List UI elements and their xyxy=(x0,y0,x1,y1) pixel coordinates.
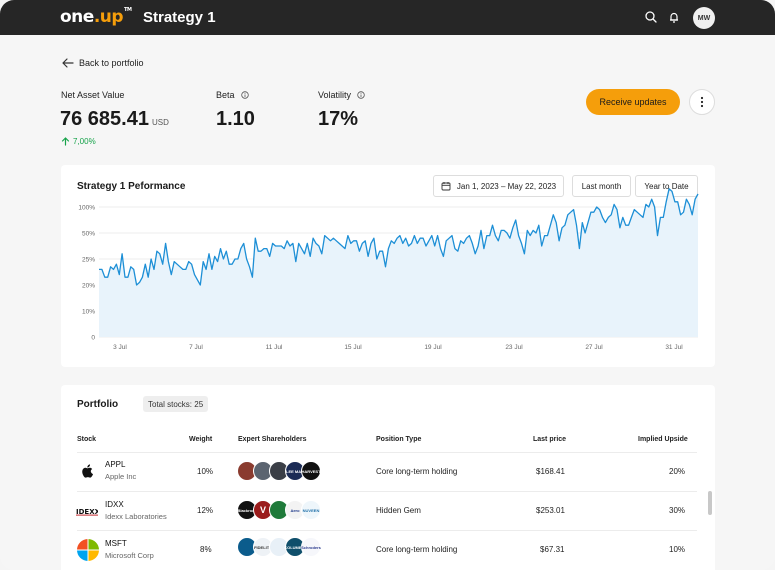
beta-label: Beta xyxy=(216,90,249,100)
stock-cell: APPL Apple Inc xyxy=(105,460,136,481)
column-header-implied-upside[interactable]: Implied Upside xyxy=(638,436,688,443)
shareholder-logo[interactable]: HARVEST xyxy=(301,461,321,481)
x-tick-label: 23 Jul xyxy=(505,344,523,351)
implied-upside-cell: 20% xyxy=(669,467,686,476)
position-type-cell: Hidden Gem xyxy=(376,506,421,515)
top-bar: one.upTM Strategy 1 MW xyxy=(0,0,775,35)
brand-logo[interactable]: one.upTM xyxy=(60,7,132,27)
y-tick-label: 10% xyxy=(82,309,95,316)
column-header-shareholders[interactable]: Expert Shareholders xyxy=(238,436,306,443)
stock-ticker: IDXX xyxy=(105,500,124,509)
volatility-value: 17% xyxy=(318,108,359,130)
column-header-last-price[interactable]: Last price xyxy=(533,436,566,443)
last-price-cell: $67.31 xyxy=(540,545,565,554)
performance-chart: 100% 50% 25% 20% 10% 0 3 Jul 7 Jul 11 Jul 15 Jul 1… xyxy=(78,188,699,351)
arrow-left-icon xyxy=(62,58,74,68)
expert-shareholders[interactable]: Blackrock V Aero NUVEEN xyxy=(237,500,321,520)
app-window: one.upTM Strategy 1 MW Back to portfolio… xyxy=(0,0,775,570)
company-name: Apple Inc xyxy=(105,472,137,481)
shareholder-logo[interactable]: Schroders xyxy=(301,537,321,557)
microsoft-logo xyxy=(77,539,99,561)
stock-cell: IDXX Idexx Laboratories xyxy=(105,500,167,521)
stock-cell: MSFT Microsoft Corp xyxy=(105,539,154,560)
last-price-cell: $168.41 xyxy=(536,467,565,476)
scrollbar-thumb[interactable] xyxy=(708,491,712,515)
bell-icon[interactable] xyxy=(667,10,681,24)
expert-shareholders[interactable]: LEE MAN HARVEST xyxy=(237,461,321,481)
vertical-dots-icon xyxy=(700,96,704,108)
stock-ticker: APPL xyxy=(105,460,126,469)
column-header-weight[interactable]: Weight xyxy=(189,436,212,443)
back-to-portfolio-link[interactable]: Back to portfolio xyxy=(62,58,144,68)
nav-unit: USD xyxy=(151,118,169,127)
weight-cell: 12% xyxy=(197,506,214,515)
x-tick-label: 19 Jul xyxy=(424,344,442,351)
info-icon[interactable] xyxy=(357,91,365,99)
x-tick-label: 3 Jul xyxy=(113,344,127,351)
search-icon[interactable] xyxy=(644,10,658,24)
beta-value: 1.10 xyxy=(216,108,255,130)
back-label: Back to portfolio xyxy=(79,58,144,68)
row-divider xyxy=(77,491,697,492)
x-tick-label: 7 Jul xyxy=(189,344,203,351)
more-options-button[interactable] xyxy=(689,89,715,115)
column-header-position-type[interactable]: Position Type xyxy=(376,436,421,443)
arrow-up-icon xyxy=(61,137,70,146)
y-tick-label: 50% xyxy=(82,231,95,238)
company-name: Microsoft Corp xyxy=(105,551,154,560)
user-avatar[interactable]: MW xyxy=(693,7,715,29)
apple-logo xyxy=(77,460,99,482)
position-type-cell: Core long-term holding xyxy=(376,467,458,476)
page-title: Strategy 1 xyxy=(143,9,216,26)
expert-shareholders[interactable]: FIDELITY COLUMBIA Schroders xyxy=(237,537,321,557)
volatility-label: Volatility xyxy=(318,90,365,100)
header-divider xyxy=(77,452,697,453)
row-divider xyxy=(77,530,697,531)
weight-cell: 10% xyxy=(197,467,214,476)
x-tick-label: 31 Jul xyxy=(665,344,683,351)
nav-value: 76 685.41 USD xyxy=(60,108,169,130)
nav-label: Net Asset Value xyxy=(61,90,125,100)
total-stocks-badge: Total stocks: 25 xyxy=(143,396,209,412)
position-type-cell: Core long-term holding xyxy=(376,545,458,554)
implied-upside-cell: 10% xyxy=(669,545,686,554)
shareholder-logo[interactable]: NUVEEN xyxy=(301,500,321,520)
company-name: Idexx Laboratories xyxy=(105,512,167,521)
y-tick-label: 20% xyxy=(82,283,95,290)
weight-cell: 8% xyxy=(200,545,212,554)
implied-upside-cell: 30% xyxy=(669,506,686,515)
stock-ticker: MSFT xyxy=(105,539,127,548)
nav-change: 7,00% xyxy=(61,137,96,146)
receive-updates-button[interactable]: Receive updates xyxy=(586,89,680,115)
portfolio-title: Portfolio xyxy=(77,399,119,410)
y-tick-label: 100% xyxy=(78,205,95,212)
idexx-logo: IDEXX xyxy=(76,500,98,522)
y-tick-label: 0 xyxy=(91,335,95,342)
performance-card: Strategy 1 Peformance Jan 1, 2023 – May … xyxy=(61,165,715,367)
portfolio-card: Portfolio Total stocks: 25 Stock Weight … xyxy=(61,385,715,570)
x-tick-label: 27 Jul xyxy=(585,344,603,351)
info-icon[interactable] xyxy=(240,91,249,99)
x-tick-label: 11 Jul xyxy=(266,344,283,351)
x-tick-label: 15 Jul xyxy=(344,344,362,351)
y-tick-label: 25% xyxy=(82,257,95,264)
column-header-stock[interactable]: Stock xyxy=(77,436,96,443)
last-price-cell: $253.01 xyxy=(536,506,565,515)
